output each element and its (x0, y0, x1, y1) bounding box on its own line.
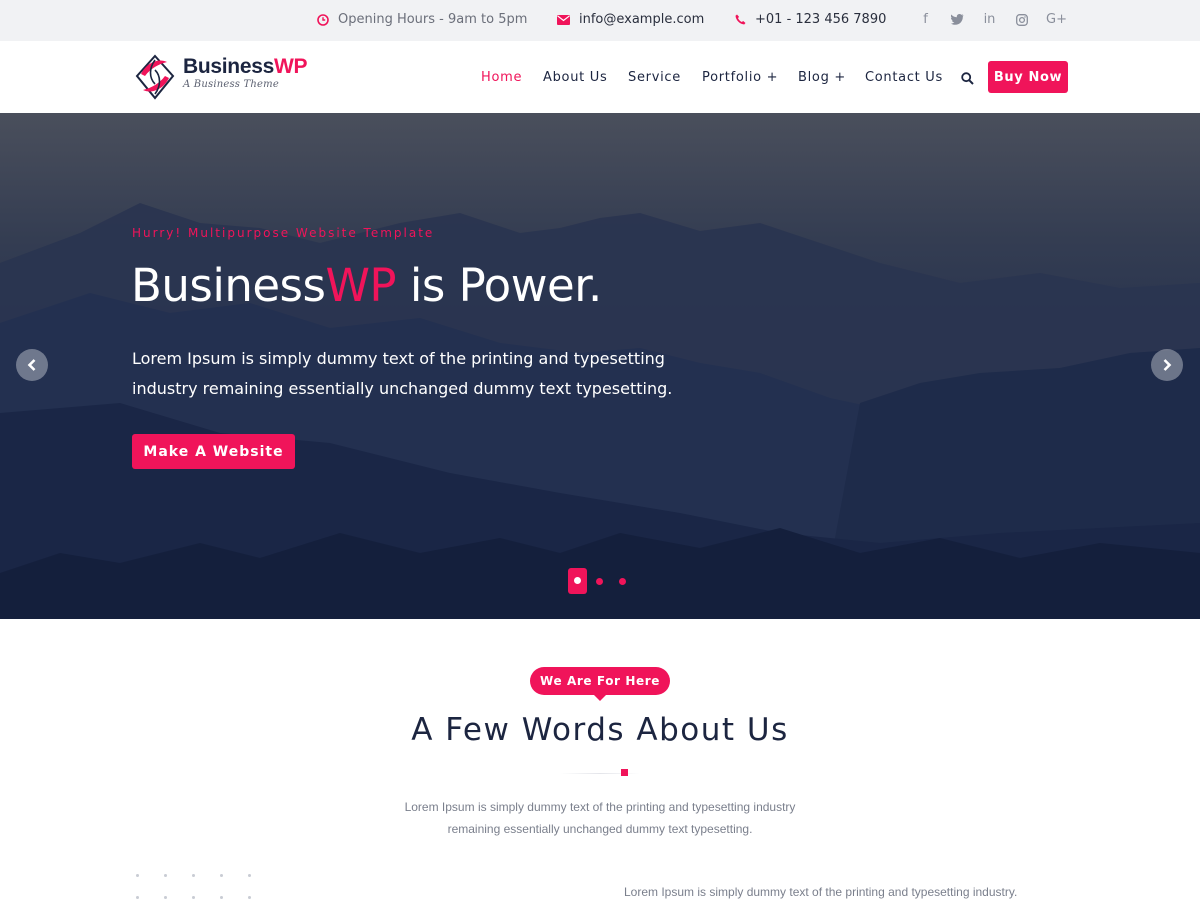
linkedin-icon[interactable]: in (982, 12, 997, 30)
hero-description: Lorem Ipsum is simply dummy text of the … (132, 349, 673, 398)
brand-name: BusinessWP (183, 55, 308, 78)
buy-now-button[interactable]: Buy Now (988, 61, 1068, 93)
chevron-left-icon (27, 359, 36, 371)
social-links: f in G+ (918, 12, 1067, 30)
top-bar: Opening Hours - 9am to 5pm info@example.… (0, 0, 1200, 41)
google-plus-icon[interactable]: G+ (1046, 12, 1067, 30)
nav-about-us[interactable]: About Us (543, 70, 607, 85)
brand-tagline: A Business Theme (183, 79, 279, 90)
slider-prev-button[interactable] (16, 349, 48, 381)
hero-title: BusinessWP is Power. (131, 259, 602, 312)
slider-next-button[interactable] (1151, 349, 1183, 381)
slider-dot-3[interactable] (619, 578, 626, 585)
section-badge: We Are For Here (530, 667, 670, 701)
slider-pagination (568, 568, 638, 594)
nav-contact-us[interactable]: Contact Us (865, 70, 943, 85)
search-icon[interactable] (961, 70, 975, 85)
email-contact[interactable]: info@example.com (557, 12, 704, 27)
hero-eyebrow: Hurry! Multipurpose Website Template (132, 226, 435, 240)
envelope-icon (557, 14, 570, 25)
title-divider (560, 773, 640, 774)
nav-blog[interactable]: Blog + (798, 70, 846, 85)
opening-hours-text: Opening Hours - 9am to 5pm (338, 12, 528, 27)
slider-dot-1[interactable] (568, 568, 587, 594)
nav-portfolio[interactable]: Portfolio + (702, 70, 778, 85)
facebook-icon[interactable]: f (918, 12, 933, 30)
make-website-button[interactable]: Make A Website (132, 434, 295, 469)
nav-service[interactable]: Service (628, 70, 681, 85)
about-section-text: Lorem Ipsum is simply dummy text of the … (404, 800, 796, 836)
hero-slider: Hurry! Multipurpose Website Template Bus… (0, 113, 1200, 619)
site-logo[interactable]: BusinessWP A Business Theme (133, 54, 308, 100)
phone-contact[interactable]: +01 - 123 456 7890 (735, 12, 886, 27)
logo-mark-icon (135, 54, 175, 100)
twitter-icon[interactable] (950, 12, 965, 30)
chevron-right-icon (1163, 359, 1172, 371)
about-body-text: Lorem Ipsum is simply dummy text of the … (624, 885, 1018, 899)
slider-dot-2[interactable] (596, 578, 603, 585)
email-text: info@example.com (579, 12, 705, 27)
instagram-icon[interactable] (1014, 12, 1029, 30)
clock-icon (317, 13, 329, 26)
nav-home[interactable]: Home (481, 70, 522, 85)
about-section-title: A Few Words About Us (411, 712, 789, 748)
phone-text: +01 - 123 456 7890 (755, 12, 887, 27)
phone-icon (735, 14, 746, 25)
divider-accent (621, 769, 628, 776)
decorative-dot-grid (136, 874, 266, 900)
opening-hours: Opening Hours - 9am to 5pm (317, 12, 527, 27)
site-header: BusinessWP A Business Theme Home About U… (0, 41, 1200, 113)
